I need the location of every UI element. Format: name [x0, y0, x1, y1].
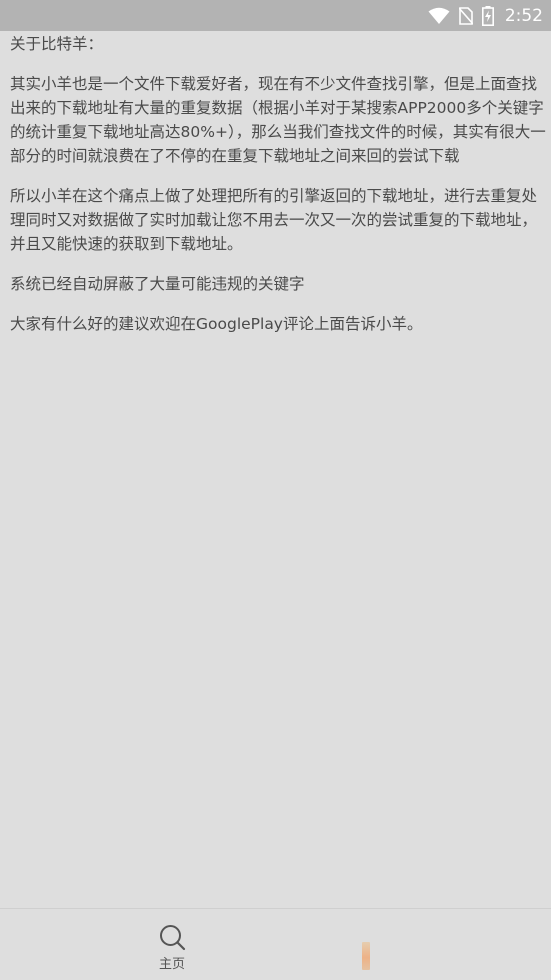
- about-content: 关于比特羊： 其实小羊也是一个文件下载爱好者，现在有不少文件查找引擎，但是上面查…: [10, 32, 546, 352]
- status-time: 2:52: [504, 5, 543, 26]
- about-paragraph-1: 其实小羊也是一个文件下载爱好者，现在有不少文件查找引擎，但是上面查找出来的下载地…: [10, 75, 546, 165]
- status-icons: 2:52: [428, 0, 543, 31]
- search-icon: [160, 925, 186, 951]
- nav-home-label: 主页: [158, 957, 185, 972]
- bottom-nav: 主页: [0, 908, 551, 980]
- about-paragraph-4: 大家有什么好的建议欢迎在GooglePlay评论上面告诉小羊。: [10, 315, 423, 333]
- nav-home-tab[interactable]: 主页: [102, 909, 242, 980]
- no-sim-icon: [458, 6, 473, 25]
- about-paragraph-3: 系统已经自动屏蔽了大量可能违规的关键字: [10, 275, 305, 293]
- about-paragraph-2: 所以小羊在这个痛点上做了处理把所有的引擎返回的下载地址，进行去重复处理同时又对数…: [10, 187, 538, 253]
- nav-second-tab-fragment[interactable]: [362, 942, 370, 970]
- about-heading: 关于比特羊：: [10, 35, 104, 53]
- wifi-icon: [428, 7, 450, 24]
- battery-charging-icon: [481, 5, 494, 26]
- status-bar: 2:52: [0, 0, 551, 31]
